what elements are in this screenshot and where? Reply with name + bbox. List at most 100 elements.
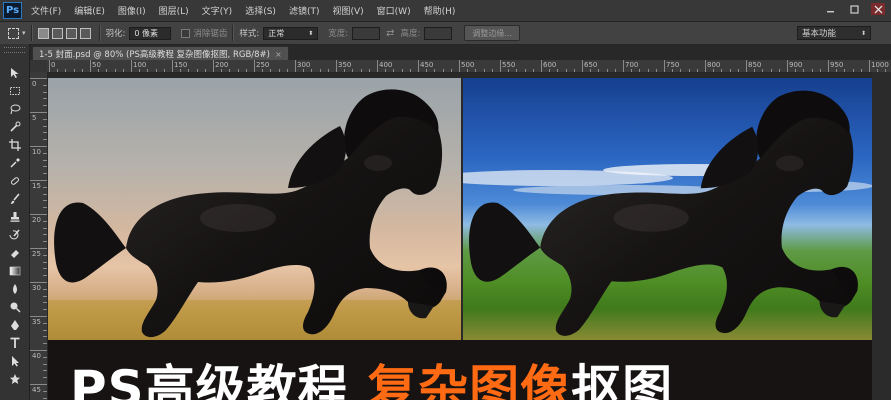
menu-view[interactable]: 视图(V) — [332, 4, 363, 17]
add-selection-icon[interactable] — [51, 27, 63, 39]
style-select[interactable]: 正常 ⬍ — [263, 26, 319, 40]
ruler-label: 5 — [32, 114, 37, 122]
ruler-tick — [30, 180, 47, 181]
feather-input[interactable]: 0 像素 — [129, 26, 172, 40]
ruler-minor-tick — [483, 69, 485, 72]
ruler-minor-tick — [43, 356, 47, 358]
ruler-minor-tick — [43, 329, 47, 331]
history-brush-icon[interactable] — [6, 228, 23, 242]
ruler-minor-tick — [43, 220, 47, 222]
updown-icon: ⬍ — [308, 29, 314, 37]
quick-select-tool-icon[interactable] — [6, 120, 23, 134]
marquee-tool-icon[interactable] — [6, 84, 23, 98]
ruler-minor-tick — [729, 69, 731, 72]
menu-type[interactable]: 文字(Y) — [202, 4, 233, 17]
document-tab[interactable]: 1-5 封面.psd @ 80% (PS高级教程 复杂图像抠图, RGB/8#)… — [32, 46, 289, 61]
menu-layer[interactable]: 图层(L) — [159, 4, 189, 17]
ruler-minor-tick — [43, 288, 47, 290]
lasso-tool-icon[interactable] — [6, 102, 23, 116]
healing-brush-icon[interactable] — [6, 174, 23, 188]
ruler-minor-tick — [860, 69, 862, 72]
ruler-minor-tick — [270, 69, 272, 72]
ruler-minor-tick — [803, 69, 805, 72]
menu-edit[interactable]: 编辑(E) — [74, 4, 105, 17]
workspace-select[interactable]: 基本功能 ⬍ — [797, 26, 871, 40]
menu-select[interactable]: 选择(S) — [245, 4, 276, 17]
crop-tool-icon[interactable] — [6, 138, 23, 152]
clone-stamp-icon[interactable] — [6, 210, 23, 224]
menu-file[interactable]: 文件(F) — [31, 4, 61, 17]
ruler-minor-tick — [43, 254, 47, 256]
ruler-minor-tick — [614, 69, 616, 72]
ruler-minor-tick — [139, 69, 141, 72]
ruler-minor-tick — [508, 69, 510, 72]
eyedropper-tool-icon[interactable] — [6, 156, 23, 170]
horizontal-ruler[interactable]: 0 50 100 150 200 250 300 350 400 450 500 550 600 650 7… — [47, 60, 891, 73]
height-input[interactable] — [424, 26, 453, 40]
ruler-minor-tick — [43, 363, 47, 365]
blur-tool-icon[interactable] — [6, 282, 23, 296]
ruler-minor-tick — [393, 69, 395, 72]
ruler-label: 850 — [748, 61, 762, 69]
ruler-label: 350 — [338, 61, 352, 69]
ruler-minor-tick — [43, 207, 47, 209]
ruler-tick — [30, 384, 47, 385]
minimize-icon[interactable] — [823, 3, 837, 15]
ruler-label: 35 — [32, 318, 41, 326]
antialias-checkbox[interactable] — [181, 28, 191, 38]
toolbox-grip[interactable] — [4, 47, 25, 53]
antialias-label: 消除锯齿 — [193, 29, 228, 39]
photoshop-logo[interactable]: Ps — [3, 2, 22, 19]
ruler-minor-tick — [434, 69, 436, 72]
chevron-down-icon[interactable]: ▾ — [22, 29, 26, 37]
ruler-minor-tick — [163, 69, 165, 72]
refine-edge-button[interactable]: 调整边缘... — [464, 25, 521, 41]
menu-help[interactable]: 帮助(H) — [424, 4, 456, 17]
ruler-tick — [30, 78, 47, 79]
ruler-minor-tick — [73, 69, 75, 72]
ruler-minor-tick — [696, 69, 698, 72]
ruler-label: 100 — [133, 61, 147, 69]
ruler-minor-tick — [639, 69, 641, 72]
options-bar: ▾ 羽化: 0 像素 消除锯齿 样式: 正常 ⬍ 宽度: ⇄ 高度: 调整边缘.… — [0, 22, 891, 45]
ruler-minor-tick — [385, 69, 387, 72]
divider — [30, 25, 33, 41]
ruler-minor-tick — [557, 69, 559, 72]
style-label: 样式: — [239, 29, 260, 39]
ruler-label: 0 — [32, 80, 37, 88]
gradient-tool-icon[interactable] — [6, 264, 23, 278]
ruler-tick — [623, 60, 624, 72]
swap-icon[interactable]: ⇄ — [386, 28, 394, 39]
ruler-minor-tick — [43, 377, 47, 379]
height-label: 高度: — [400, 29, 421, 39]
ruler-tick — [254, 60, 255, 72]
ruler-minor-tick — [368, 69, 370, 72]
document-canvas[interactable]: PS高级教程 复杂图像抠图 — [48, 78, 872, 400]
ruler-minor-tick — [43, 336, 47, 338]
menu-filter[interactable]: 滤镜(T) — [289, 4, 320, 17]
close-icon[interactable] — [871, 3, 885, 15]
subtract-selection-icon[interactable] — [65, 27, 77, 39]
ruler-minor-tick — [442, 69, 444, 72]
menu-window[interactable]: 窗口(W) — [377, 4, 411, 17]
type-tool-icon[interactable] — [6, 336, 23, 350]
eraser-tool-icon[interactable] — [6, 246, 23, 260]
marquee-preset-icon[interactable] — [8, 27, 19, 39]
maximize-icon[interactable] — [847, 3, 861, 15]
width-input[interactable] — [352, 26, 381, 40]
intersect-selection-icon[interactable] — [79, 27, 91, 39]
ruler-minor-tick — [262, 69, 264, 72]
shape-tool-icon[interactable] — [6, 372, 23, 386]
pen-tool-icon[interactable] — [6, 318, 23, 332]
new-selection-icon[interactable] — [37, 27, 49, 39]
move-tool-icon[interactable] — [6, 66, 23, 80]
ruler-label: 40 — [32, 352, 41, 360]
path-select-icon[interactable] — [6, 354, 23, 368]
dodge-tool-icon[interactable] — [6, 300, 23, 314]
menu-image[interactable]: 图像(I) — [118, 4, 146, 17]
ruler-minor-tick — [65, 69, 67, 72]
vertical-ruler[interactable]: 0 5 10 15 20 25 30 35 40 45 — [30, 72, 48, 400]
ruler-minor-tick — [229, 69, 231, 72]
brush-tool-icon[interactable] — [6, 192, 23, 206]
tab-close-icon[interactable]: × — [275, 50, 282, 59]
